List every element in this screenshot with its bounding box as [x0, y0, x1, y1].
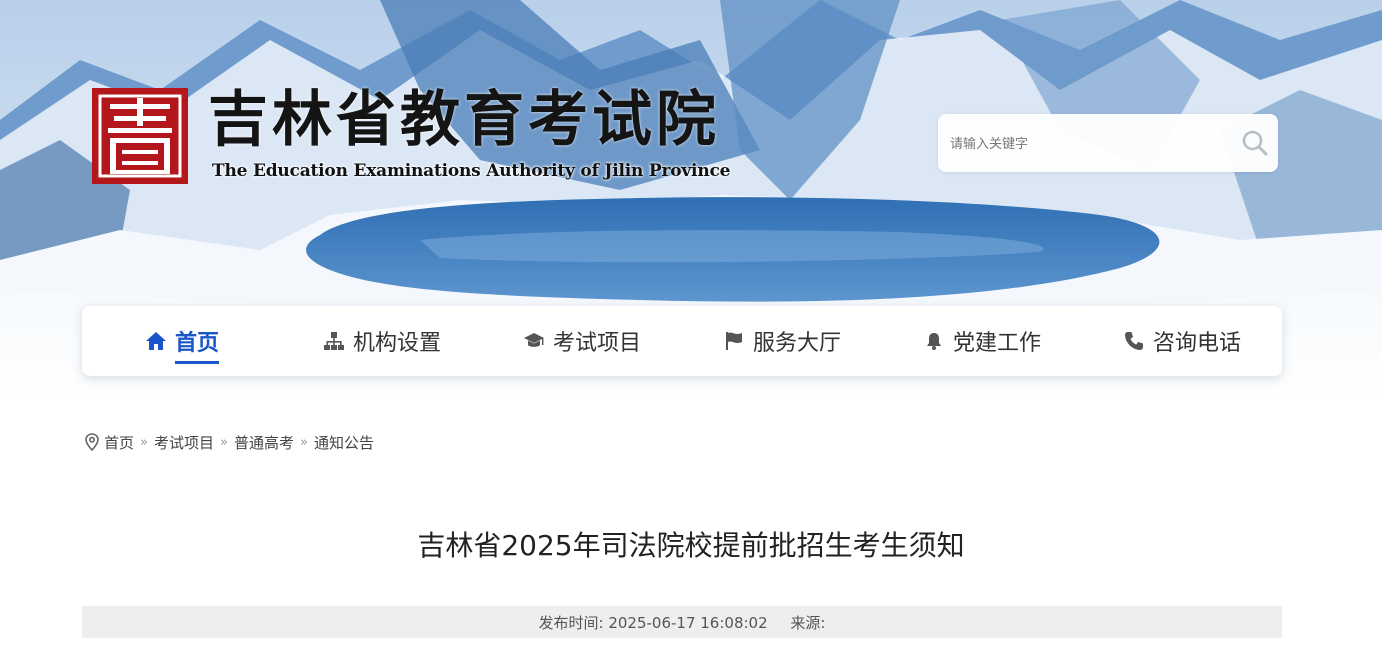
search-input[interactable]	[948, 126, 1232, 162]
nav-item-party-work[interactable]: 党建工作	[882, 306, 1082, 376]
graduation-cap-icon	[523, 333, 544, 347]
site-subtitle: The Education Examinations Authority of …	[212, 161, 731, 181]
breadcrumb-separator: »	[140, 434, 148, 450]
nav-item-home[interactable]: 首页	[82, 306, 282, 376]
phone-icon	[1124, 332, 1143, 350]
search-box	[938, 114, 1278, 172]
org-chart-icon	[323, 332, 344, 350]
nav-label: 机构设置	[352, 331, 441, 356]
article-source: 来源:	[790, 614, 826, 632]
main-nav: 首页 机构设置 考试项目 服务大厅 党建工作 咨询电话	[82, 306, 1282, 376]
bell-icon	[926, 333, 941, 350]
breadcrumb-item-exams[interactable]: 考试项目	[154, 432, 214, 453]
nav-label: 咨询电话	[1152, 331, 1241, 356]
breadcrumb-separator: »	[299, 434, 308, 450]
flag-icon	[725, 332, 742, 350]
article-title: 吉林省2025年司法院校提前批招生考生须知	[417, 529, 965, 562]
article-meta-bar: 发布时间: 2025-06-17 16:08:02 来源:	[82, 606, 1282, 638]
nav-label: 党建工作	[952, 331, 1041, 356]
home-icon	[145, 332, 166, 350]
breadcrumb-item-gaokao[interactable]: 普通高考	[234, 432, 294, 453]
nav-label: 服务大厅	[752, 331, 841, 356]
nav-item-hotline[interactable]: 咨询电话	[1082, 306, 1282, 376]
search-icon	[1242, 130, 1268, 156]
site-title: 吉林省教育考试院	[208, 85, 720, 155]
breadcrumb-item-notices[interactable]: 通知公告	[314, 432, 374, 453]
search-button[interactable]	[1240, 128, 1270, 158]
nav-item-service-hall[interactable]: 服务大厅	[682, 306, 882, 376]
breadcrumb-item-home[interactable]: 首页	[104, 432, 134, 453]
breadcrumb-separator: »	[220, 434, 228, 450]
nav-item-exams[interactable]: 考试项目	[482, 306, 682, 376]
seal-logo-icon	[92, 88, 188, 184]
nav-label: 考试项目	[552, 331, 641, 356]
location-pin-icon	[85, 433, 99, 451]
nav-label: 首页	[174, 325, 220, 364]
nav-item-organization[interactable]: 机构设置	[282, 306, 482, 376]
breadcrumb: 首页 » 考试项目 » 普通高考 » 通知公告	[84, 431, 374, 453]
publish-time: 发布时间: 2025-06-17 16:08:02	[538, 614, 768, 632]
page: 吉林省教育考试院 The Education Examinations Auth…	[0, 0, 1382, 650]
